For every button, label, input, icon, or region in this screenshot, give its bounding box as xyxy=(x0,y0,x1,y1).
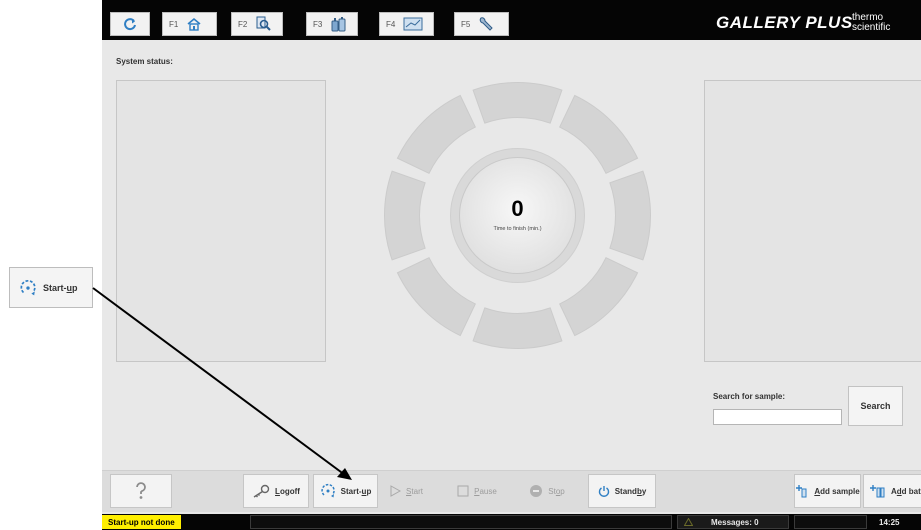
messages-button[interactable]: Messages: 0 xyxy=(677,515,789,529)
logoff-button[interactable]: Logoff xyxy=(243,474,309,508)
bottom-toolbar: Logoff Start-up Start Pause Stop Standby… xyxy=(102,470,921,512)
refresh-icon xyxy=(124,18,136,31)
thermo-scientific-text: thermo scientific xyxy=(852,12,891,33)
time-to-finish-label: Time to finish (min.) xyxy=(493,226,541,232)
tab-f3-reagents[interactable]: F3 xyxy=(306,12,358,36)
logoff-label: Logoff xyxy=(275,487,300,496)
status-bar: Start-up not done Messages: 0 14:25 xyxy=(102,514,921,530)
tab-f4-monitor[interactable]: F4 xyxy=(379,12,434,36)
add-sample-label: Add sample xyxy=(814,487,859,496)
standby-label: Standby xyxy=(615,487,647,496)
standby-label-pre: Stand xyxy=(614,486,637,496)
time-to-finish-value: 0 xyxy=(511,196,523,221)
refresh-button[interactable] xyxy=(110,12,150,36)
ring-segment xyxy=(559,94,639,174)
ring-segment xyxy=(609,170,651,261)
gallery-plus-logo: GALLERY PLUS xyxy=(716,13,853,32)
magnifier-icon xyxy=(256,16,272,31)
tab-f5-maintenance[interactable]: F5 xyxy=(454,12,509,36)
progress-ring: 0 Time to finish (min.) xyxy=(384,82,651,349)
pause-icon xyxy=(457,485,469,497)
callout-label: Start-up xyxy=(43,283,78,293)
startup-button-callout: Start-up xyxy=(9,267,93,308)
key-icon xyxy=(253,484,270,498)
ring-segment xyxy=(559,257,639,337)
status-message-field xyxy=(250,515,672,529)
tab-f5-key: F5 xyxy=(461,19,471,29)
reagent-bottles-icon xyxy=(331,17,346,32)
sample-search-input[interactable] xyxy=(713,409,842,425)
help-icon xyxy=(136,482,146,499)
ring-segment xyxy=(472,307,563,349)
add-batch-label-post: d bat xyxy=(901,486,921,496)
search-for-sample-label: Search for sample: xyxy=(713,392,786,401)
stop-icon xyxy=(530,485,543,497)
callout-label-pre: Start- xyxy=(43,282,67,293)
add-sample-label-post: dd sample xyxy=(820,486,860,496)
help-button[interactable] xyxy=(110,474,172,508)
start-button[interactable]: Start xyxy=(382,474,430,508)
stop-label-pre: St xyxy=(548,486,556,496)
tab-f2-search[interactable]: F2 xyxy=(231,12,283,36)
start-label: Start xyxy=(406,487,423,496)
search-button[interactable]: Search xyxy=(848,386,903,426)
stop-label-post: p xyxy=(560,486,565,496)
power-icon xyxy=(598,486,609,497)
startup-icon xyxy=(321,483,335,498)
standby-button[interactable]: Standby xyxy=(588,474,656,508)
tab-f4-key: F4 xyxy=(386,19,396,29)
gallery-main-screen: F1 F2 F3 F4 F5 GALLERY PLUS thermo scien… xyxy=(102,0,921,530)
add-sample-button[interactable]: Add sample xyxy=(794,474,861,508)
add-batch-label: Add bat xyxy=(891,487,921,496)
monitor-icon xyxy=(403,17,423,31)
startup-label: Start-up xyxy=(341,487,372,496)
home-icon xyxy=(187,17,201,31)
startup-icon xyxy=(20,279,36,295)
messages-count: Messages: 0 xyxy=(711,517,759,527)
stop-label: Stop xyxy=(548,487,564,496)
warning-icon xyxy=(684,518,693,526)
startup-status-indicator: Start-up not done xyxy=(102,515,181,529)
pause-button[interactable]: Pause xyxy=(452,474,502,508)
add-batch-icon xyxy=(870,485,885,498)
add-sample-icon xyxy=(796,485,807,498)
system-status-panel xyxy=(116,80,326,362)
thermo-scientific-logo: thermo scientific xyxy=(846,13,921,33)
start-label-post: tart xyxy=(411,486,423,496)
ring-segment xyxy=(396,257,476,337)
startup-label-pre: Start- xyxy=(340,486,362,496)
tab-f1-key: F1 xyxy=(169,19,179,29)
clock: 14:25 xyxy=(879,517,900,527)
logoff-label-post: ogoff xyxy=(279,486,300,496)
startup-label-post: p xyxy=(366,486,372,496)
standby-label-post: y xyxy=(641,486,647,496)
pause-label: Pause xyxy=(474,487,497,496)
startup-button[interactable]: Start-up xyxy=(313,474,378,508)
play-icon xyxy=(390,485,402,497)
callout-label-post: p xyxy=(72,282,78,293)
ring-segment xyxy=(384,170,426,261)
ring-segment xyxy=(396,94,476,174)
status-extra-field xyxy=(794,515,867,529)
sample-info-panel xyxy=(704,80,921,362)
pause-label-post: ause xyxy=(479,486,497,496)
tab-f3-key: F3 xyxy=(313,19,323,29)
tab-f2-key: F2 xyxy=(238,19,248,29)
top-navigation-bar: F1 F2 F3 F4 F5 GALLERY PLUS thermo scien… xyxy=(102,0,921,40)
ring-segment xyxy=(472,82,563,124)
system-status-label: System status: xyxy=(116,57,173,66)
wrench-icon xyxy=(480,17,494,31)
stop-button[interactable]: Stop xyxy=(522,474,572,508)
tab-f1-home[interactable]: F1 xyxy=(162,12,217,36)
add-batch-button[interactable]: Add bat xyxy=(863,474,921,508)
